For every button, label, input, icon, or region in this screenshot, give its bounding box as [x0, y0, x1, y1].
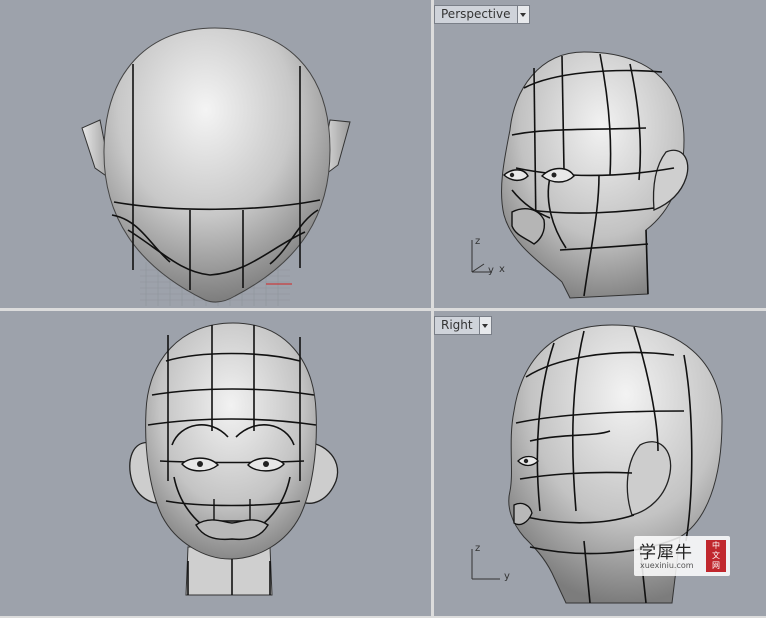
watermark-seal: 中 文 网 — [706, 540, 726, 572]
perspective-label-text: Perspective — [441, 7, 511, 21]
head-surface-top — [103, 27, 331, 303]
perspective-viewport[interactable]: Perspective z y x — [434, 0, 766, 308]
watermark-title: 学犀牛 — [639, 543, 693, 563]
right-label-text: Right — [441, 318, 473, 332]
seal-char: 网 — [712, 561, 720, 570]
axis-z-label: z — [475, 236, 481, 247]
axis-gizmo-right — [471, 549, 500, 580]
seal-char: 中 — [712, 541, 720, 550]
front-viewport[interactable] — [0, 311, 431, 616]
left-eye-pupil-front — [197, 461, 203, 467]
eye-pupil-right-view — [523, 458, 529, 464]
watermark-site: xuexiniu.com — [640, 561, 694, 570]
rhino-four-viewport-layout: Perspective z y x Right z y 学犀牛 xuexiniu… — [0, 0, 766, 618]
top-view-head-model — [81, 27, 351, 306]
perspective-viewport-label[interactable]: Perspective — [434, 5, 530, 24]
right-eye-pupil-front — [263, 461, 269, 467]
front-view-head-model — [129, 322, 339, 596]
seal-char: 文 — [712, 551, 720, 560]
viewport-menu-dropdown-icon[interactable] — [516, 6, 529, 23]
axis-y-label: y — [504, 571, 510, 582]
left-eye-pupil — [509, 172, 515, 178]
top-viewport[interactable] — [0, 0, 431, 308]
axis-y-label: y — [488, 265, 494, 276]
axis-x-label: x — [499, 264, 505, 275]
viewport-menu-dropdown-icon[interactable] — [478, 317, 491, 334]
right-viewport[interactable]: Right z y 学犀牛 xuexiniu.com 中 文 网 — [434, 311, 766, 616]
watermark-logo: 学犀牛 xuexiniu.com 中 文 网 — [634, 536, 730, 576]
axis-z-label: z — [475, 543, 481, 554]
right-eye-pupil — [551, 172, 557, 178]
right-viewport-label[interactable]: Right — [434, 316, 492, 335]
